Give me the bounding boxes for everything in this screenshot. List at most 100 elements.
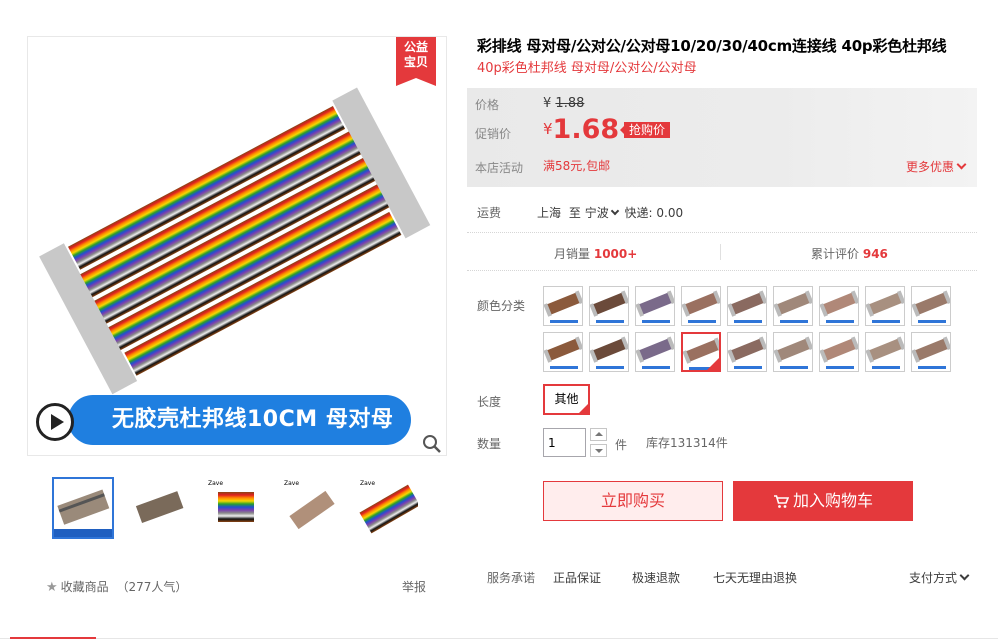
charity-badge-line1: 公益 bbox=[403, 40, 428, 54]
color-swatch[interactable] bbox=[819, 332, 859, 372]
store-activity: 满58元,包邮 bbox=[543, 159, 611, 173]
promo-price-value: 1.68 bbox=[552, 114, 620, 145]
sales-stats: 月销量 1000+ 累计评价 946 bbox=[467, 244, 977, 262]
swatch-image bbox=[590, 333, 628, 371]
selected-check-icon bbox=[579, 404, 588, 413]
divider bbox=[720, 244, 721, 260]
quantity-decrease-button[interactable] bbox=[590, 444, 607, 457]
color-swatch[interactable] bbox=[589, 286, 629, 326]
service-label: 服务承诺 bbox=[487, 571, 536, 585]
quantity-input[interactable] bbox=[543, 428, 586, 457]
promo-price-label: 促销价 bbox=[475, 127, 512, 141]
divider bbox=[0, 638, 998, 639]
swatch-image bbox=[728, 287, 766, 325]
selected-check-icon bbox=[707, 358, 719, 370]
service-item-fast-refund[interactable]: 极速退款 bbox=[632, 569, 680, 586]
color-swatch[interactable] bbox=[911, 286, 951, 326]
quantity-unit: 件 bbox=[615, 438, 628, 452]
color-swatch[interactable] bbox=[635, 332, 675, 372]
ship-to-word: 至 bbox=[568, 206, 581, 220]
color-swatch[interactable] bbox=[681, 286, 721, 326]
add-to-cart-button[interactable]: 加入购物车 bbox=[733, 481, 913, 521]
review-count-label: 累计评价 bbox=[811, 247, 860, 261]
buy-now-button[interactable]: 立即购买 bbox=[543, 481, 723, 521]
more-discount-link[interactable]: 更多优惠 bbox=[906, 158, 967, 175]
swatch-image bbox=[820, 333, 858, 371]
flash-sale-tag: 抢购价 bbox=[619, 122, 671, 138]
chevron-down-icon bbox=[959, 570, 970, 581]
ship-method: 快递: 0.00 bbox=[624, 206, 684, 220]
stock-count: 库存131314件 bbox=[646, 436, 728, 450]
swatch-image bbox=[866, 333, 904, 371]
quantity-increase-button[interactable] bbox=[590, 428, 607, 441]
promo-currency-symbol: ¥ bbox=[543, 120, 553, 138]
active-tab-indicator bbox=[10, 637, 96, 639]
thumbnail[interactable]: Zave bbox=[281, 477, 343, 539]
promo-banner: 无胶壳杜邦线10CM 母对母 bbox=[68, 395, 411, 445]
color-swatch[interactable] bbox=[727, 286, 767, 326]
thumbnail-strip: Zave Zave Zave bbox=[52, 477, 432, 541]
payment-methods-label: 支付方式 bbox=[909, 571, 958, 585]
charity-badge-line2: 宝贝 bbox=[403, 55, 428, 69]
review-count-value: 946 bbox=[862, 247, 888, 261]
store-activity-label: 本店活动 bbox=[475, 161, 524, 175]
swatch-image bbox=[728, 333, 766, 371]
swatch-image bbox=[774, 287, 812, 325]
monthly-sales-value: 1000+ bbox=[593, 247, 638, 261]
monthly-sales: 月销量 1000+ bbox=[554, 245, 637, 262]
color-swatch[interactable] bbox=[543, 286, 583, 326]
favorite-product[interactable]: ★ 收藏商品 （277人气） bbox=[46, 578, 187, 595]
swatch-image bbox=[912, 287, 950, 325]
thumbnail-brand-text: Zave bbox=[360, 480, 375, 487]
product-title: 彩排线 母对母/公对公/公对母10/20/30/40cm连接线 40p彩色杜邦线 bbox=[477, 37, 947, 55]
color-swatch[interactable] bbox=[865, 286, 905, 326]
report-link[interactable]: 举报 bbox=[402, 578, 426, 595]
review-count[interactable]: 累计评价 946 bbox=[811, 245, 888, 262]
service-item-seven-day-return[interactable]: 七天无理由退换 bbox=[713, 569, 797, 586]
color-swatch[interactable] bbox=[727, 332, 767, 372]
favorite-label: 收藏商品 bbox=[60, 580, 109, 594]
rainbow-cable-image bbox=[39, 87, 431, 395]
thumbnail[interactable] bbox=[52, 477, 114, 539]
color-swatch[interactable] bbox=[635, 286, 675, 326]
color-label: 颜色分类 bbox=[477, 299, 526, 313]
monthly-sales-label: 月销量 bbox=[554, 247, 591, 261]
play-video-icon[interactable] bbox=[36, 403, 74, 441]
color-swatch[interactable] bbox=[819, 286, 859, 326]
color-swatch[interactable] bbox=[773, 286, 813, 326]
swatch-image bbox=[912, 333, 950, 371]
length-label: 长度 bbox=[477, 395, 502, 409]
swatch-image bbox=[636, 287, 674, 325]
color-swatch[interactable] bbox=[865, 332, 905, 372]
swatch-image bbox=[636, 333, 674, 371]
length-option[interactable]: 其他 bbox=[543, 384, 590, 415]
thumbnail[interactable]: Zave bbox=[205, 477, 267, 539]
star-icon: ★ bbox=[46, 580, 58, 595]
thumbnail[interactable]: Zave bbox=[357, 477, 419, 539]
main-product-image[interactable]: 公益 宝贝 无胶壳杜邦线10CM 母对母 bbox=[27, 36, 447, 456]
payment-methods-dropdown[interactable]: 支付方式 bbox=[909, 569, 970, 586]
color-swatch[interactable] bbox=[911, 332, 951, 372]
ship-from: 上海 bbox=[537, 206, 562, 220]
color-swatch[interactable] bbox=[543, 332, 583, 372]
swatch-image bbox=[866, 287, 904, 325]
zoom-icon[interactable] bbox=[422, 434, 442, 454]
add-to-cart-label: 加入购物车 bbox=[792, 491, 873, 510]
shipping-info: 上海 至 宁波 快递: 0.00 bbox=[537, 204, 683, 221]
service-item-genuine[interactable]: 正品保证 bbox=[553, 569, 601, 586]
promo-price: ¥1.68 bbox=[543, 114, 619, 145]
price-panel: 价格 ¥ 1.88 促销价 ¥1.68 抢购价 本店活动 满58元,包邮 更多优… bbox=[467, 88, 977, 187]
thumbnail-brand-text: Zave bbox=[208, 480, 223, 487]
chevron-down-icon bbox=[956, 159, 967, 170]
divider bbox=[467, 232, 977, 233]
thumbnail-brand-text: Zave bbox=[284, 480, 299, 487]
color-swatch[interactable] bbox=[773, 332, 813, 372]
shipping-label: 运费 bbox=[477, 206, 502, 220]
color-swatch[interactable] bbox=[681, 332, 721, 372]
color-swatch[interactable] bbox=[589, 332, 629, 372]
charity-badge: 公益 宝贝 bbox=[396, 37, 436, 86]
thumbnail[interactable] bbox=[129, 477, 191, 539]
chevron-down-icon bbox=[610, 206, 619, 216]
price-label: 价格 bbox=[475, 98, 500, 112]
ship-destination-select[interactable]: 宁波 bbox=[585, 206, 619, 220]
